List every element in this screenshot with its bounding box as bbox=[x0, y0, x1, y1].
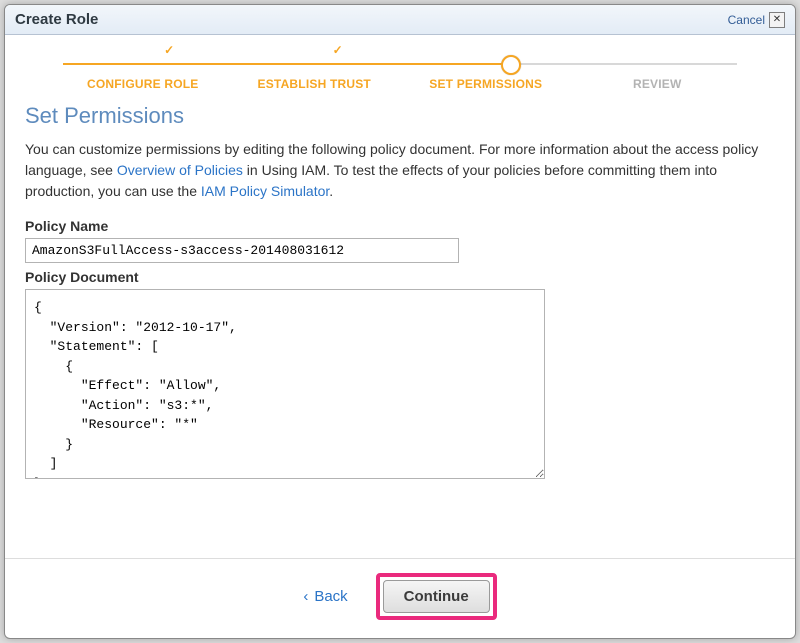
wizard-steps: CONFIGURE ROLE ESTABLISH TRUST SET PERMI… bbox=[53, 77, 747, 91]
track-remaining bbox=[508, 63, 737, 65]
continue-button[interactable]: Continue bbox=[383, 580, 490, 613]
step-configure-role[interactable]: CONFIGURE ROLE bbox=[57, 77, 229, 91]
step-check-icon: ✓ bbox=[164, 43, 174, 57]
modal-footer: ‹ Back Continue bbox=[5, 558, 795, 638]
step-review: REVIEW bbox=[572, 77, 744, 91]
chevron-left-icon: ‹ bbox=[303, 588, 308, 605]
wizard-knob bbox=[501, 55, 521, 75]
track-complete bbox=[63, 63, 508, 65]
modal-header: Create Role Cancel ✕ bbox=[5, 5, 795, 35]
wizard-track: ✓ ✓ bbox=[63, 57, 737, 71]
modal-body: Set Permissions You can customize permis… bbox=[5, 91, 795, 482]
overview-of-policies-link[interactable]: Overview of Policies bbox=[117, 162, 243, 178]
section-heading: Set Permissions bbox=[25, 103, 775, 129]
cancel-link[interactable]: Cancel bbox=[728, 13, 765, 27]
step-establish-trust[interactable]: ESTABLISH TRUST bbox=[229, 77, 401, 91]
back-label: Back bbox=[314, 588, 347, 605]
step-set-permissions[interactable]: SET PERMISSIONS bbox=[400, 77, 572, 91]
policy-document-textarea[interactable] bbox=[25, 289, 545, 479]
continue-highlight: Continue bbox=[376, 573, 497, 620]
section-description: You can customize permissions by editing… bbox=[25, 139, 775, 202]
header-actions: Cancel ✕ bbox=[728, 12, 785, 28]
close-icon[interactable]: ✕ bbox=[769, 12, 785, 28]
wizard-progress: ✓ ✓ CONFIGURE ROLE ESTABLISH TRUST SET P… bbox=[5, 35, 795, 91]
policy-name-input[interactable] bbox=[25, 238, 459, 263]
back-button[interactable]: ‹ Back bbox=[303, 588, 347, 605]
modal-title: Create Role bbox=[15, 11, 98, 28]
desc-text: . bbox=[329, 183, 333, 199]
policy-document-label: Policy Document bbox=[25, 269, 775, 285]
iam-policy-simulator-link[interactable]: IAM Policy Simulator bbox=[201, 183, 329, 199]
policy-name-label: Policy Name bbox=[25, 218, 775, 234]
create-role-modal: Create Role Cancel ✕ ✓ ✓ CONFIGURE ROLE … bbox=[4, 4, 796, 639]
step-check-icon: ✓ bbox=[333, 43, 343, 57]
